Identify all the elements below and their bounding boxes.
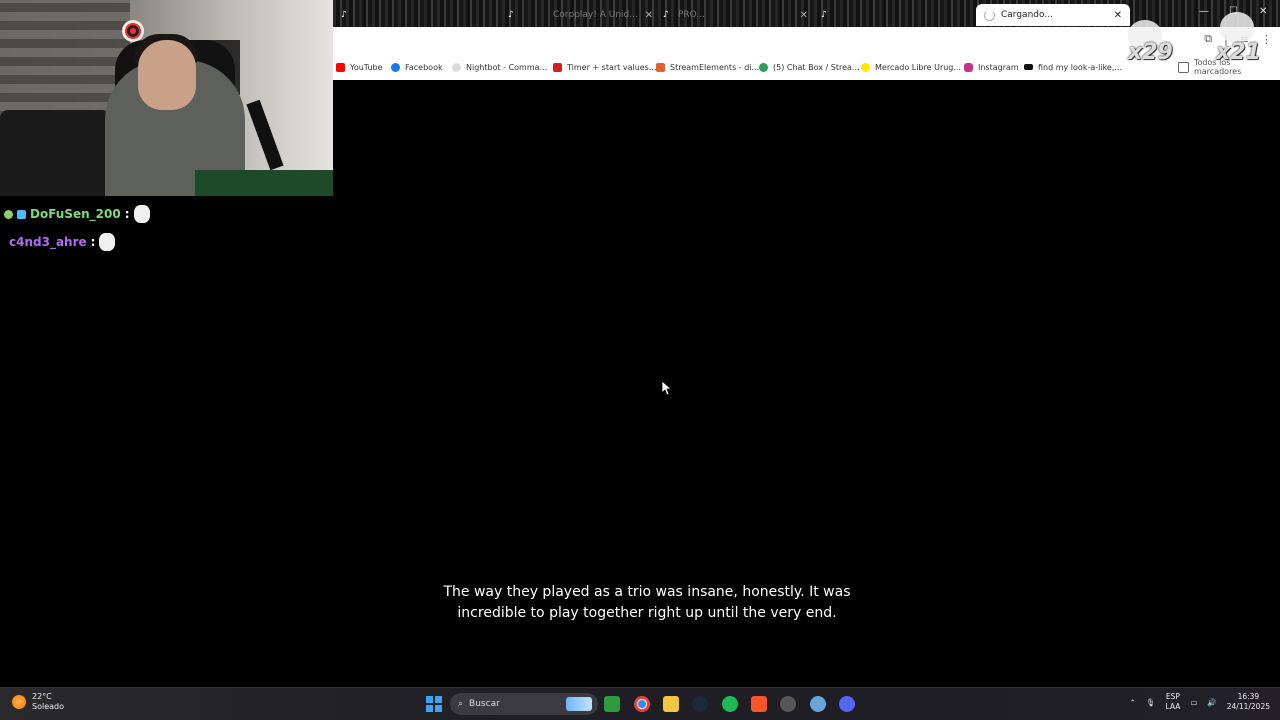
bookmark-timer[interactable]: Timer + start values...	[553, 54, 656, 80]
tab-close-icon[interactable]: ✕	[800, 10, 808, 21]
chat-username: DoFuSen_200	[30, 207, 121, 221]
mercadolibre-icon	[861, 62, 870, 72]
brave-icon[interactable]	[751, 696, 767, 712]
taskbar-search[interactable]: ⌕ Buscar	[450, 693, 598, 715]
network-icon[interactable]: ▭	[1190, 698, 1197, 707]
browser-tab[interactable]: ♪	[341, 4, 501, 26]
menu-icon[interactable]: ⋮	[1261, 33, 1272, 46]
sun-icon	[12, 695, 26, 709]
mouse-cursor-icon	[661, 380, 673, 400]
badge-icon	[17, 209, 26, 219]
subtitle-caption: The way they played as a trio was insane…	[443, 584, 851, 621]
search-icon: ⌕	[458, 699, 464, 709]
taskbar: 22°C Soleado ⌕ Buscar ⌃ 🎙 ESP LAA ▭ 🔊 16…	[0, 687, 1280, 720]
emote-icon	[99, 233, 116, 251]
folder-icon	[1178, 61, 1189, 73]
browser-tab[interactable]: ♪ Corpplay! A Unid... ✕	[508, 4, 653, 26]
bookmark-chatbox[interactable]: (5) Chat Box / Strea...	[759, 54, 860, 80]
lookalike-icon	[1024, 64, 1033, 70]
streamelements-icon	[656, 62, 665, 72]
stream-chat: DoFuSen_200 : c4nd3_ahre :	[0, 200, 333, 256]
chat-message: c4nd3_ahre :	[0, 228, 333, 256]
discord-icon[interactable]	[839, 696, 855, 712]
obs-icon[interactable]	[780, 696, 796, 712]
tiktok-icon: ♪	[821, 9, 827, 20]
counter-right: x21	[1216, 40, 1261, 65]
timer-icon	[553, 62, 562, 72]
minecraft-icon[interactable]	[604, 696, 620, 712]
spotify-icon[interactable]	[722, 696, 738, 712]
youtube-icon	[336, 62, 345, 72]
tiktok-icon: ♪	[508, 9, 514, 20]
loading-spinner-icon	[984, 9, 995, 21]
bookmark-lookalike[interactable]: find my look-a-like,...	[1024, 54, 1122, 80]
clock[interactable]: 16:39 24/11/2025	[1227, 692, 1270, 712]
tiktok-icon: ♪	[341, 9, 347, 20]
chatbox-icon	[759, 62, 768, 72]
minimize-button[interactable]: —	[1199, 6, 1209, 17]
dartboard	[122, 20, 144, 42]
active-browser-tab[interactable]: Cargando... ✕	[976, 4, 1130, 26]
bookmark-streamelements[interactable]: StreamElements - di...	[656, 54, 759, 80]
chrome-icon[interactable]	[634, 696, 650, 712]
webcam-overlay	[0, 0, 333, 196]
tab-close-icon[interactable]: ✕	[1114, 10, 1122, 21]
instagram-icon	[964, 62, 973, 72]
chat-message: DoFuSen_200 :	[0, 200, 333, 228]
facebook-icon	[391, 62, 400, 72]
system-tray: ⌃ 🎙 ESP LAA ▭ 🔊 16:39 24/11/2025	[1130, 692, 1270, 712]
tiktok-icon: ♪	[663, 9, 669, 20]
browser-tab[interactable]: ♪ PRO... ✕	[663, 4, 808, 26]
steam-icon[interactable]	[692, 696, 708, 712]
browser-tab[interactable]: ♪	[821, 4, 971, 26]
emote-icon	[133, 205, 150, 223]
bookmark-mercadolibre[interactable]: Mercado Libre Urug...	[861, 54, 961, 80]
bookmark-youtube[interactable]: YouTube	[336, 54, 383, 80]
bookmark-facebook[interactable]: Facebook	[391, 54, 443, 80]
counter-left: x29	[1128, 40, 1173, 65]
tab-close-icon[interactable]: ✕	[645, 10, 653, 21]
language-indicator[interactable]: ESP LAA	[1166, 692, 1181, 712]
microphone-icon[interactable]: 🎙	[1146, 698, 1156, 707]
search-highlight-icon	[566, 697, 592, 711]
badge-icon	[4, 209, 13, 219]
volume-icon[interactable]: 🔊	[1207, 698, 1216, 707]
start-button[interactable]	[426, 696, 442, 712]
bookmark-nightbot[interactable]: Nightbot - Comma...	[452, 54, 547, 80]
nightbot-icon	[452, 62, 461, 72]
weather-widget[interactable]: 22°C Soleado	[12, 692, 64, 712]
chevron-up-icon[interactable]: ⌃	[1130, 698, 1136, 707]
chat-username: c4nd3_ahre	[9, 235, 87, 249]
ghost-icon	[1220, 12, 1254, 42]
close-window-button[interactable]: ✕	[1259, 6, 1267, 17]
extensions-icon[interactable]: ⧉	[1204, 32, 1212, 46]
bookmark-instagram[interactable]: Instagram	[964, 54, 1019, 80]
app-icon[interactable]	[810, 696, 826, 712]
file-explorer-icon[interactable]	[663, 696, 679, 712]
